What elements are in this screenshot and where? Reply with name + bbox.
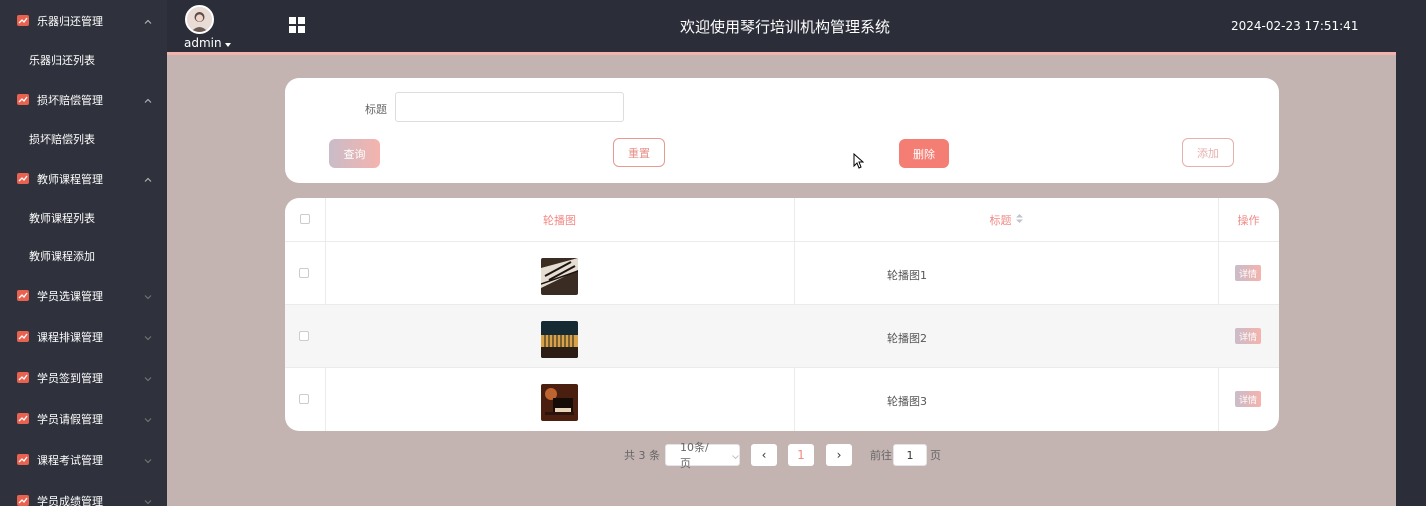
page-suffix-label: 页 xyxy=(930,449,941,462)
menu-group-student-grades[interactable]: 学员成绩管理 xyxy=(0,480,167,506)
menu-group-student-selection[interactable]: 学员选课管理 xyxy=(0,275,167,316)
grid-menu-icon[interactable] xyxy=(289,17,305,33)
menu-group-instrument-return[interactable]: 乐器归还管理 xyxy=(0,0,167,41)
sort-icon[interactable] xyxy=(1015,213,1023,226)
chart-icon xyxy=(17,331,29,342)
avatar[interactable] xyxy=(185,5,214,34)
carousel-thumbnail[interactable] xyxy=(541,258,578,295)
row-checkbox[interactable] xyxy=(299,268,309,278)
chevron-up-icon xyxy=(144,14,152,27)
detail-button[interactable]: 详情 xyxy=(1235,391,1261,407)
chevron-down-icon xyxy=(144,289,152,302)
chevron-down-icon xyxy=(732,449,739,462)
menu-group-student-leave[interactable]: 学员请假管理 xyxy=(0,398,167,439)
menu-group-damage-compensation[interactable]: 损坏赔偿管理 xyxy=(0,79,167,120)
datetime: 2024-02-23 17:51:41 xyxy=(1231,19,1359,33)
carousel-thumbnail[interactable] xyxy=(541,321,578,358)
menu-group-teacher-course[interactable]: 教师课程管理 xyxy=(0,158,167,199)
carousel-thumbnail[interactable] xyxy=(541,384,578,421)
menu-group-label: 乐器归还管理 xyxy=(37,14,103,28)
chevron-down-icon xyxy=(144,371,152,384)
chevron-up-icon xyxy=(144,93,152,106)
chevron-down-icon xyxy=(144,494,152,506)
row-checkbox[interactable] xyxy=(299,331,309,341)
menu-group-label: 学员选课管理 xyxy=(37,289,103,303)
row-checkbox[interactable] xyxy=(299,394,309,404)
chart-icon xyxy=(17,372,29,383)
table-row: 轮播图1 详情 xyxy=(285,241,1279,304)
menu-group-label: 教师课程管理 xyxy=(37,172,103,186)
select-all-checkbox[interactable] xyxy=(300,214,310,224)
page-number-current[interactable]: 1 xyxy=(788,444,814,466)
chart-icon xyxy=(17,290,29,301)
sidebar-item-teacher-course-list[interactable]: 教师课程列表 xyxy=(0,199,167,237)
column-header-title-label: 标题 xyxy=(989,213,1012,227)
chart-icon xyxy=(17,413,29,424)
chart-icon xyxy=(17,94,29,105)
mouse-cursor-icon xyxy=(853,152,865,173)
chart-icon xyxy=(17,495,29,506)
detail-button[interactable]: 详情 xyxy=(1235,328,1261,344)
prev-page-button[interactable]: ‹ xyxy=(751,444,777,466)
chevron-down-icon xyxy=(144,412,152,425)
data-table: 轮播图 标题 操作 轮播图1 详情 轮播图2 详情 轮播图3 详情 xyxy=(285,198,1279,431)
chart-icon xyxy=(17,173,29,184)
sidebar-item-teacher-course-add[interactable]: 教师课程添加 xyxy=(0,237,167,275)
chevron-down-icon xyxy=(144,330,152,343)
page-size-select[interactable]: 10条/页 xyxy=(665,441,740,470)
user-name: admin xyxy=(184,36,222,50)
window-edge xyxy=(1396,52,1426,506)
sidebar-item-instrument-return-list[interactable]: 乐器归还列表 xyxy=(0,41,167,79)
goto-page-input[interactable]: 1 xyxy=(893,444,927,466)
title-filter-input[interactable] xyxy=(395,92,624,122)
menu-group-label: 损坏赔偿管理 xyxy=(37,93,103,107)
page-size-value: 10条/页 xyxy=(680,441,709,470)
menu-group-student-checkin[interactable]: 学员签到管理 xyxy=(0,357,167,398)
row-title: 轮播图2 xyxy=(887,332,927,345)
chevron-down-icon xyxy=(144,453,152,466)
table-row: 轮播图3 详情 xyxy=(285,367,1279,430)
menu-group-label: 学员成绩管理 xyxy=(37,494,103,506)
query-button[interactable]: 查询 xyxy=(329,139,380,168)
chart-icon xyxy=(17,454,29,465)
column-header-image: 轮播图 xyxy=(543,213,576,227)
title-filter-label: 标题 xyxy=(365,103,387,116)
detail-button[interactable]: 详情 xyxy=(1235,265,1261,281)
menu-group-label: 课程考试管理 xyxy=(37,453,103,467)
menu-group-label: 学员签到管理 xyxy=(37,371,103,385)
column-header-actions: 操作 xyxy=(1237,213,1260,227)
next-page-button[interactable]: › xyxy=(826,444,852,466)
delete-button[interactable]: 删除 xyxy=(899,139,949,168)
row-title: 轮播图1 xyxy=(887,269,927,282)
add-button[interactable]: 添加 xyxy=(1182,138,1234,167)
menu-group-label: 学员请假管理 xyxy=(37,412,103,426)
user-menu[interactable]: admin xyxy=(184,36,231,50)
reset-button[interactable]: 重置 xyxy=(613,138,665,167)
sidebar-item-damage-compensation-list[interactable]: 损坏赔偿列表 xyxy=(0,120,167,158)
goto-label: 前往 xyxy=(870,449,892,462)
chart-icon xyxy=(17,15,29,26)
menu-group-course-exam[interactable]: 课程考试管理 xyxy=(0,439,167,480)
menu-group-label: 课程排课管理 xyxy=(37,330,103,344)
sidebar: 乐器归还管理 乐器归还列表 损坏赔偿管理 损坏赔偿列表 教师课程管理 教师课程列… xyxy=(0,0,167,506)
chevron-up-icon xyxy=(144,172,152,185)
caret-down-icon xyxy=(224,36,231,50)
page-title: 欢迎使用琴行培训机构管理系统 xyxy=(679,18,890,36)
column-header-title[interactable]: 标题 xyxy=(794,198,1218,241)
row-title: 轮播图3 xyxy=(887,395,927,408)
table-row: 轮播图2 详情 xyxy=(285,304,1279,367)
menu-group-course-scheduling[interactable]: 课程排课管理 xyxy=(0,316,167,357)
pagination-total: 共 3 条 xyxy=(624,449,660,462)
